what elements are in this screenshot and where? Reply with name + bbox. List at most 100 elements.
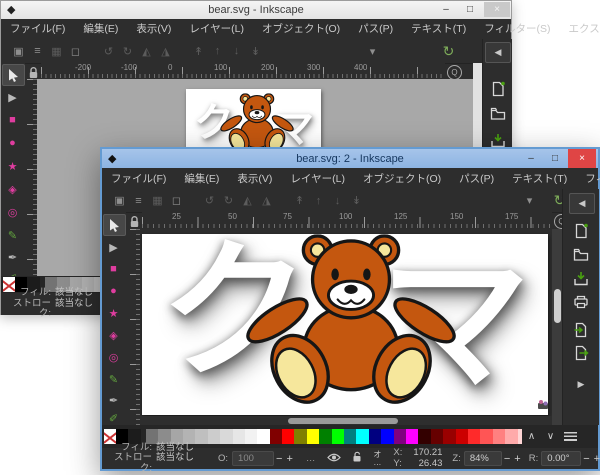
- close-button[interactable]: ×: [568, 149, 596, 168]
- new-document-icon[interactable]: [491, 81, 505, 102]
- new-document-icon[interactable]: [574, 223, 588, 244]
- lower-to-bottom-icon[interactable]: ↡: [246, 45, 265, 58]
- zoom-input[interactable]: 84%: [464, 451, 502, 466]
- horizontal-scrollbar[interactable]: [140, 416, 552, 425]
- palette-swatch[interactable]: [431, 429, 443, 444]
- rectangle-tool[interactable]: ■: [103, 259, 124, 279]
- star-tool[interactable]: ★: [2, 156, 23, 176]
- selector-tool[interactable]: [103, 214, 126, 236]
- lower-to-bottom-icon[interactable]: ↡: [347, 194, 366, 207]
- document-page[interactable]: ク マ: [142, 234, 548, 415]
- palette-swatch[interactable]: [468, 429, 480, 444]
- palette-swatch[interactable]: [394, 429, 406, 444]
- menu-view[interactable]: 表示(V): [127, 19, 180, 39]
- blend-mode-ellipsis[interactable]: …: [306, 453, 316, 464]
- menu-layer[interactable]: レイヤー(L): [281, 169, 354, 189]
- palette-swatch[interactable]: [356, 429, 368, 444]
- collapse-panel-button[interactable]: ◀: [569, 193, 595, 214]
- flip-horizontal-icon[interactable]: ◭: [137, 45, 156, 58]
- palette-swatch[interactable]: [480, 429, 492, 444]
- no-color-swatch[interactable]: [104, 429, 116, 444]
- palette-swatch[interactable]: [319, 429, 331, 444]
- horizontal-ruler[interactable]: 25 50 75 100 125 150 175: [142, 212, 552, 229]
- titlebar[interactable]: ◆ bear.svg: 2 - Inkscape – □ ×: [102, 149, 598, 168]
- palette-menu-icon[interactable]: [564, 432, 577, 441]
- opacity-minus-button[interactable]: −: [274, 453, 284, 465]
- palette-swatch[interactable]: [381, 429, 393, 444]
- import-icon[interactable]: [574, 322, 589, 343]
- menu-view[interactable]: 表示(V): [228, 169, 281, 189]
- palette-swatch[interactable]: [344, 429, 356, 444]
- palette-scroll-down-icon[interactable]: ∨: [541, 431, 560, 442]
- save-document-icon[interactable]: [574, 271, 589, 291]
- calligraphy-tool[interactable]: ✒: [103, 390, 124, 410]
- palette-swatch[interactable]: [294, 429, 306, 444]
- bbox-toggle-icon[interactable]: ◻: [66, 45, 85, 58]
- rotate-ccw-icon[interactable]: ↺: [200, 194, 219, 207]
- palette-swatch[interactable]: [418, 429, 430, 444]
- calligraphy-tool[interactable]: ✒: [2, 247, 23, 267]
- lower-icon[interactable]: ↓: [328, 195, 347, 207]
- ruler-lock-icon[interactable]: [129, 215, 140, 230]
- deselect-icon[interactable]: ▦: [47, 45, 66, 58]
- print-icon[interactable]: [574, 295, 589, 314]
- ellipse-tool[interactable]: ●: [103, 281, 124, 301]
- menu-extensions[interactable]: エクステンション(N): [560, 19, 600, 39]
- dropdown-icon[interactable]: ▾: [363, 45, 382, 58]
- deselect-icon[interactable]: ▦: [148, 194, 167, 207]
- titlebar[interactable]: ◆ bear.svg - Inkscape – □ ×: [1, 1, 511, 19]
- palette-swatch[interactable]: [245, 429, 257, 444]
- select-all-layers-icon[interactable]: ≡: [129, 195, 148, 207]
- bbox-toggle-icon[interactable]: ◻: [167, 194, 186, 207]
- palette-swatch[interactable]: [443, 429, 455, 444]
- palette-swatch[interactable]: [456, 429, 468, 444]
- rectangle-tool[interactable]: ■: [2, 110, 23, 130]
- menu-file[interactable]: ファイル(F): [1, 19, 74, 39]
- box3d-tool[interactable]: ◈: [103, 325, 124, 345]
- palette-swatch[interactable]: [208, 429, 220, 444]
- opacity-input[interactable]: 100: [232, 451, 274, 466]
- palette-swatch[interactable]: [220, 429, 232, 444]
- rotate-document-icon[interactable]: ↻: [439, 43, 458, 60]
- menu-edit[interactable]: 編集(E): [175, 169, 228, 189]
- layer-lock-icon[interactable]: [351, 451, 363, 466]
- raise-icon[interactable]: ↑: [208, 45, 227, 57]
- export-icon[interactable]: [574, 345, 589, 366]
- rotate-cw-icon[interactable]: ↻: [219, 194, 238, 207]
- pencil-tool[interactable]: ✎: [2, 225, 23, 245]
- zoom-plus-button[interactable]: +: [512, 453, 522, 465]
- select-all-icon[interactable]: ▣: [110, 194, 129, 207]
- vertical-scrollbar[interactable]: [552, 229, 562, 425]
- select-all-layers-icon[interactable]: ≡: [28, 45, 47, 57]
- menu-text[interactable]: テキスト(T): [402, 19, 475, 39]
- palette-swatch[interactable]: [195, 429, 207, 444]
- palette-swatch[interactable]: [406, 429, 418, 444]
- stroke-value[interactable]: 該当なし: [156, 453, 194, 474]
- collapse-panel-button[interactable]: ◀: [485, 42, 511, 63]
- minimize-button[interactable]: –: [435, 2, 457, 17]
- spiral-tool[interactable]: ◎: [2, 202, 23, 222]
- scrollbar-thumb[interactable]: [288, 418, 398, 424]
- rotation-input[interactable]: 0.00°: [541, 451, 581, 466]
- open-document-icon[interactable]: [490, 107, 505, 125]
- pencil-tool[interactable]: ✎: [103, 369, 124, 389]
- flip-horizontal-icon[interactable]: ◭: [238, 194, 257, 207]
- menu-edit[interactable]: 編集(E): [74, 19, 127, 39]
- zoom-ratio-icon[interactable]: Q: [447, 65, 462, 80]
- opacity-plus-button[interactable]: +: [284, 453, 294, 465]
- palette-swatch[interactable]: [282, 429, 294, 444]
- menu-path[interactable]: パス(P): [450, 169, 503, 189]
- menu-filters[interactable]: フィルター(S): [576, 169, 600, 189]
- menu-filters[interactable]: フィルター(S): [475, 19, 559, 39]
- palette-scroll-up-icon[interactable]: ∧: [522, 431, 541, 442]
- menu-file[interactable]: ファイル(F): [102, 169, 175, 189]
- menu-layer[interactable]: レイヤー(L): [180, 19, 253, 39]
- layer-selector[interactable]: オ …: [373, 451, 381, 467]
- open-document-icon[interactable]: [574, 248, 589, 266]
- palette-swatch[interactable]: [369, 429, 381, 444]
- node-tool[interactable]: ▶: [2, 87, 23, 107]
- spiral-tool[interactable]: ◎: [103, 347, 124, 367]
- scrollbar-thumb[interactable]: [554, 289, 561, 323]
- star-tool[interactable]: ★: [103, 303, 124, 323]
- menu-path[interactable]: パス(P): [349, 19, 402, 39]
